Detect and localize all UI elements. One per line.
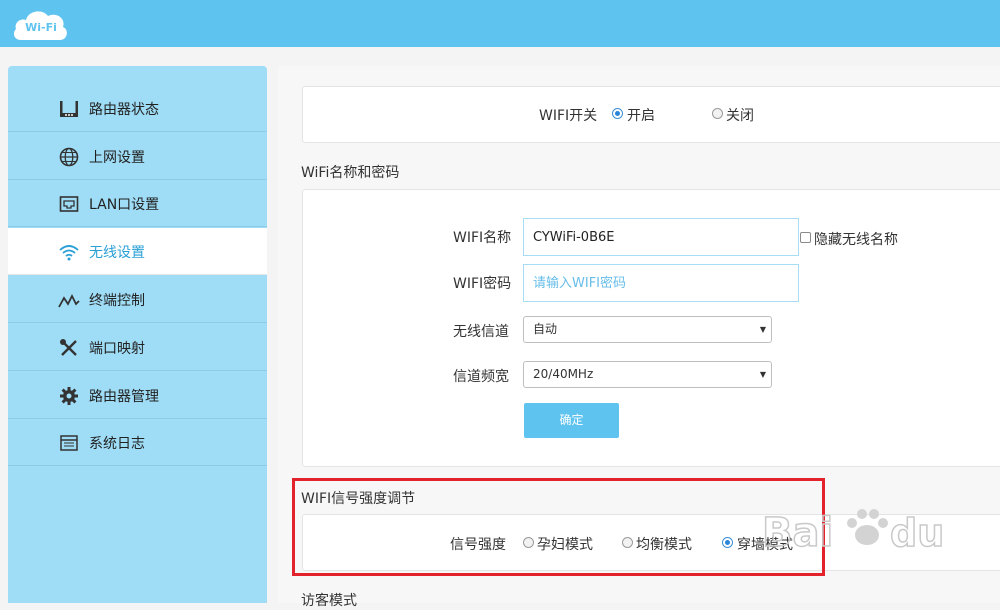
chevron-down-icon: ▼: [759, 325, 766, 334]
wifi-icon: [59, 245, 79, 261]
guest-mode-title: 访客模式: [301, 593, 357, 609]
svg-text:du: du: [890, 511, 944, 555]
lan-port-icon: [59, 196, 79, 212]
sidebar-item-label: 系统日志: [89, 436, 145, 452]
bandwidth-label: 信道频宽: [453, 369, 509, 385]
svg-text:Bai: Bai: [762, 510, 833, 556]
wifi-off-radio[interactable]: [712, 108, 723, 119]
sidebar-item-label: 无线设置: [89, 245, 145, 261]
sidebar-item-lan[interactable]: LAN口设置: [8, 180, 267, 227]
bandwidth-value: 20/40MHz: [533, 367, 594, 381]
sidebar-item-router-management[interactable]: 路由器管理: [8, 372, 267, 419]
chevron-down-icon: ▼: [759, 370, 766, 379]
wifi-on-radio[interactable]: [612, 108, 623, 119]
top-bar: Wi-Fi: [0, 0, 1000, 47]
sidebar-item-wireless[interactable]: 无线设置: [8, 228, 267, 275]
sidebar-item-label: 端口映射: [89, 341, 145, 357]
wifi-credentials-title: WiFi名称和密码: [301, 165, 400, 181]
globe-icon: [59, 147, 79, 167]
channel-select[interactable]: 自动 ▼: [523, 316, 772, 343]
hide-ssid-checkbox[interactable]: [800, 232, 811, 243]
sidebar-item-label: 路由器状态: [89, 102, 159, 118]
highlight-box: [292, 478, 825, 576]
sidebar: 路由器状态 上网设置 LAN口设置 无线设置 终端控制 端口映射 路由器管理 系…: [8, 66, 267, 603]
wifi-password-input[interactable]: [523, 264, 799, 302]
activity-icon: [58, 293, 80, 308]
baidu-watermark: Bai du: [761, 490, 952, 580]
sidebar-item-label: 终端控制: [89, 293, 145, 309]
sidebar-item-label: LAN口设置: [89, 197, 160, 213]
wifi-name-label: WIFI名称: [453, 230, 512, 246]
confirm-button[interactable]: 确定: [524, 403, 619, 438]
channel-label: 无线信道: [453, 324, 509, 340]
sidebar-item-terminal-control[interactable]: 终端控制: [8, 276, 267, 323]
wifi-cloud-logo[interactable]: Wi-Fi: [11, 6, 71, 42]
bandwidth-select[interactable]: 20/40MHz ▼: [523, 361, 772, 388]
hide-ssid-label[interactable]: 隐藏无线名称: [814, 229, 898, 249]
sidebar-item-port-mapping[interactable]: 端口映射: [8, 324, 267, 371]
gear-icon: [60, 387, 78, 405]
channel-value: 自动: [533, 322, 558, 336]
router-icon: [60, 101, 78, 117]
sidebar-item-router-status[interactable]: 路由器状态: [8, 85, 267, 132]
wifi-off-label[interactable]: 关闭: [726, 105, 754, 125]
wifi-switch-label: WIFI开关: [539, 108, 598, 124]
wifi-on-label[interactable]: 开启: [627, 105, 655, 125]
wifi-password-label: WIFI密码: [453, 276, 512, 292]
sidebar-item-internet[interactable]: 上网设置: [8, 133, 267, 180]
tools-icon: [60, 339, 77, 356]
wifi-name-input[interactable]: [523, 218, 799, 256]
log-icon: [60, 435, 78, 451]
sidebar-item-label: 上网设置: [89, 150, 145, 166]
sidebar-item-system-log[interactable]: 系统日志: [8, 419, 267, 466]
sidebar-item-label: 路由器管理: [89, 389, 159, 405]
logo-text: Wi-Fi: [25, 21, 57, 34]
